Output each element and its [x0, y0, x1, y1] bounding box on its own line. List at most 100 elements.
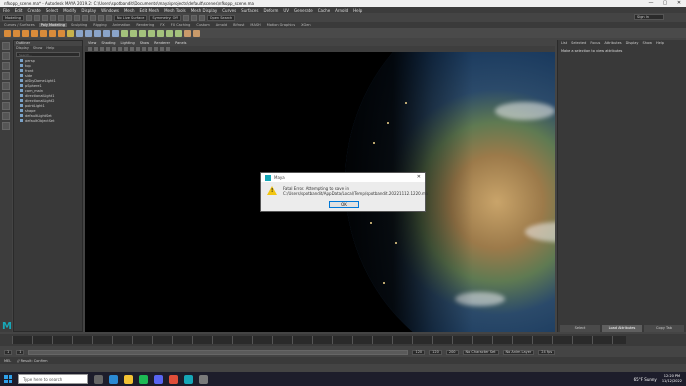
poly-torus-icon[interactable] — [40, 29, 47, 37]
menu-uv[interactable]: UV — [283, 8, 289, 13]
shelf-tab[interactable]: Sculpting — [69, 23, 89, 27]
camera-attr-icon[interactable] — [88, 47, 92, 51]
merge-icon[interactable] — [148, 29, 155, 37]
target-weld-icon[interactable] — [166, 29, 173, 37]
attr-tab-selected[interactable]: Selected — [571, 41, 586, 45]
playback-end-field[interactable]: 120 — [412, 349, 426, 355]
menu-curves[interactable]: Curves — [222, 8, 236, 13]
end-time-field[interactable]: 120 — [429, 349, 442, 355]
symmetry-dropdown[interactable]: Symmetry: Off — [149, 14, 181, 21]
separate-icon[interactable] — [85, 29, 92, 37]
isolate-select-icon[interactable] — [160, 47, 164, 51]
boolean-icon[interactable] — [103, 29, 110, 37]
save-scene-icon[interactable] — [41, 14, 48, 21]
xray-icon[interactable] — [166, 47, 170, 51]
super-shape-icon[interactable] — [67, 29, 74, 37]
layout-single-icon[interactable] — [2, 102, 10, 110]
chrome-icon[interactable] — [169, 374, 178, 384]
planar-map-icon[interactable] — [193, 29, 200, 37]
viewport-menu-panels[interactable]: Panels — [175, 41, 186, 45]
shelf-tab[interactable]: FX Caching — [169, 23, 193, 27]
close-button[interactable]: ✕ — [672, 0, 686, 7]
extrude-icon[interactable] — [121, 29, 128, 37]
grid-icon[interactable] — [106, 47, 110, 51]
new-scene-icon[interactable] — [25, 14, 32, 21]
wireframe-icon[interactable] — [124, 47, 128, 51]
menu-deform[interactable]: Deform — [263, 8, 278, 13]
shelf-tab[interactable]: Custom — [194, 23, 211, 27]
paint-select-icon[interactable] — [2, 62, 10, 70]
shelf-tab[interactable]: Rendering — [134, 23, 156, 27]
dialog-close-button[interactable]: ✕ — [417, 174, 421, 180]
discord-icon[interactable] — [154, 374, 163, 384]
viewport-menu-show[interactable]: Show — [140, 41, 149, 45]
select-component-icon[interactable] — [81, 14, 88, 21]
viewport-menu-lighting[interactable]: Lighting — [121, 41, 135, 45]
minimize-button[interactable]: — — [644, 0, 658, 7]
start-time-field[interactable]: 1 — [4, 349, 13, 355]
windows-start-icon[interactable] — [4, 375, 12, 383]
mirror-icon[interactable] — [112, 29, 119, 37]
attr-tab-attributes[interactable]: Attributes — [604, 41, 621, 45]
scale-tool-icon[interactable] — [2, 92, 10, 100]
snap-curve-icon[interactable] — [97, 14, 104, 21]
spotify-icon[interactable] — [139, 374, 148, 384]
film-gate-icon[interactable] — [112, 47, 116, 51]
character-set-dropdown[interactable]: No Character Set — [462, 349, 499, 355]
attr-tab-show[interactable]: Show — [643, 41, 652, 45]
load-attributes-button[interactable]: Load Attributes — [602, 325, 642, 332]
image-plane-icon[interactable] — [100, 47, 104, 51]
shelf-tab[interactable]: Curves / Surfaces — [2, 23, 37, 27]
menu-help[interactable]: Help — [353, 8, 362, 13]
menu-edit[interactable]: Edit — [15, 8, 23, 13]
select-object-icon[interactable] — [73, 14, 80, 21]
menu-arnold[interactable]: Arnold — [335, 8, 348, 13]
task-view-icon[interactable] — [94, 374, 103, 384]
outliner-menu-show[interactable]: Show — [33, 46, 42, 51]
viewport-menu-view[interactable]: View — [88, 41, 96, 45]
poly-disc-icon[interactable] — [58, 29, 65, 37]
bridge-icon[interactable] — [130, 29, 137, 37]
copy-tab-button[interactable]: Copy Tab — [644, 325, 684, 332]
maya-taskbar-icon[interactable] — [184, 374, 193, 384]
file-explorer-icon[interactable] — [124, 374, 133, 384]
menu-mesh-tools[interactable]: Mesh Tools — [164, 8, 186, 13]
smooth-shade-icon[interactable] — [130, 47, 134, 51]
bookmark-icon[interactable] — [94, 47, 98, 51]
layout-outliner-icon[interactable] — [2, 122, 10, 130]
textured-icon[interactable] — [136, 47, 140, 51]
lasso-tool-icon[interactable] — [2, 52, 10, 60]
live-surface-field[interactable]: No Live Surface — [113, 14, 148, 21]
menu-create[interactable]: Create — [27, 8, 40, 13]
poly-cube-icon[interactable] — [13, 29, 20, 37]
rotate-tool-icon[interactable] — [2, 82, 10, 90]
shelf-tab-active[interactable]: Poly Modeling — [38, 23, 67, 27]
render-icon[interactable] — [182, 14, 189, 21]
outliner-menu-help[interactable]: Help — [46, 46, 54, 51]
viewport-menu-renderer[interactable]: Renderer — [154, 41, 170, 45]
shelf-tab[interactable]: Animation — [111, 23, 133, 27]
bevel-icon[interactable] — [139, 29, 146, 37]
menu-mesh-display[interactable]: Mesh Display — [191, 8, 218, 13]
ipr-render-icon[interactable] — [190, 14, 197, 21]
menu-cache[interactable]: Cache — [318, 8, 330, 13]
layout-four-icon[interactable] — [2, 112, 10, 120]
attr-tab-help[interactable]: Help — [656, 41, 664, 45]
resolution-gate-icon[interactable] — [118, 47, 122, 51]
select-button[interactable]: Select — [560, 325, 600, 332]
anim-end-field[interactable]: 200 — [445, 349, 459, 355]
attr-tab-focus[interactable]: Focus — [590, 41, 600, 45]
ambient-occlusion-icon[interactable] — [154, 47, 158, 51]
attr-tab-list[interactable]: List — [561, 41, 567, 45]
outliner-item[interactable]: defaultObjectSet — [14, 118, 82, 123]
select-tool-icon[interactable] — [2, 42, 10, 50]
anim-layer-dropdown[interactable]: No Anim Layer — [502, 349, 535, 355]
menu-display[interactable]: Display — [81, 8, 96, 13]
multi-cut-icon[interactable] — [157, 29, 164, 37]
combine-icon[interactable] — [76, 29, 83, 37]
search-field[interactable]: Open Search — [206, 14, 236, 21]
range-slider-bar[interactable] — [28, 349, 409, 355]
snap-grid-icon[interactable] — [89, 14, 96, 21]
menu-mesh[interactable]: Mesh — [124, 8, 135, 13]
render-settings-icon[interactable] — [198, 14, 205, 21]
